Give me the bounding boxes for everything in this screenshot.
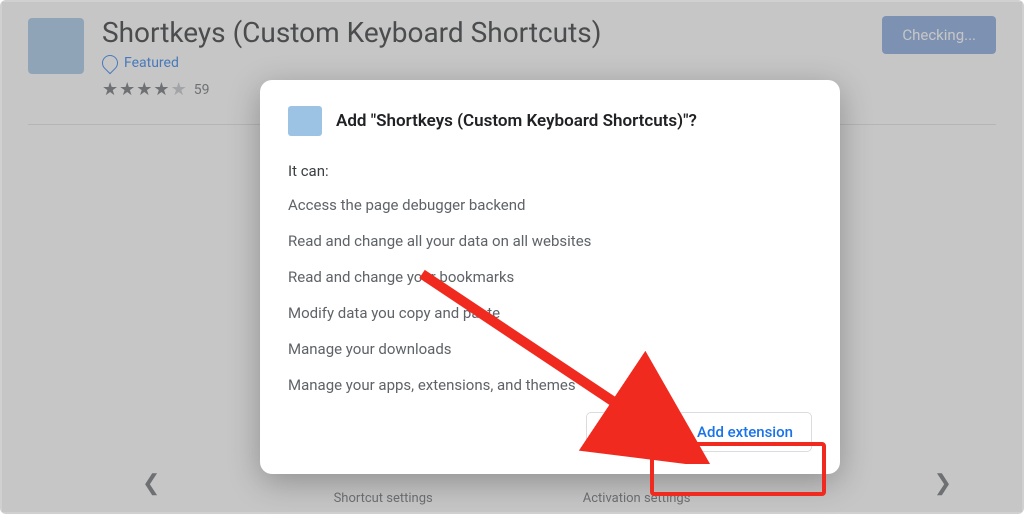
dialog-title: Add "Shortkeys (Custom Keyboard Shortcut…: [336, 111, 697, 131]
permission-item: Manage your apps, extensions, and themes: [288, 376, 812, 394]
extension-icon: [288, 106, 322, 136]
add-extension-button[interactable]: Add extension: [678, 412, 812, 452]
cancel-button[interactable]: Cancel: [586, 412, 670, 452]
permission-item: Read and change your bookmarks: [288, 268, 812, 286]
permission-item: Read and change all your data on all web…: [288, 232, 812, 250]
permission-item: Modify data you copy and paste: [288, 304, 812, 322]
permission-item: Access the page debugger backend: [288, 196, 812, 214]
add-extension-dialog: Add "Shortkeys (Custom Keyboard Shortcut…: [260, 80, 840, 474]
permissions-list: Access the page debugger backend Read an…: [288, 196, 812, 394]
dialog-subhead: It can:: [288, 162, 812, 180]
permission-item: Manage your downloads: [288, 340, 812, 358]
